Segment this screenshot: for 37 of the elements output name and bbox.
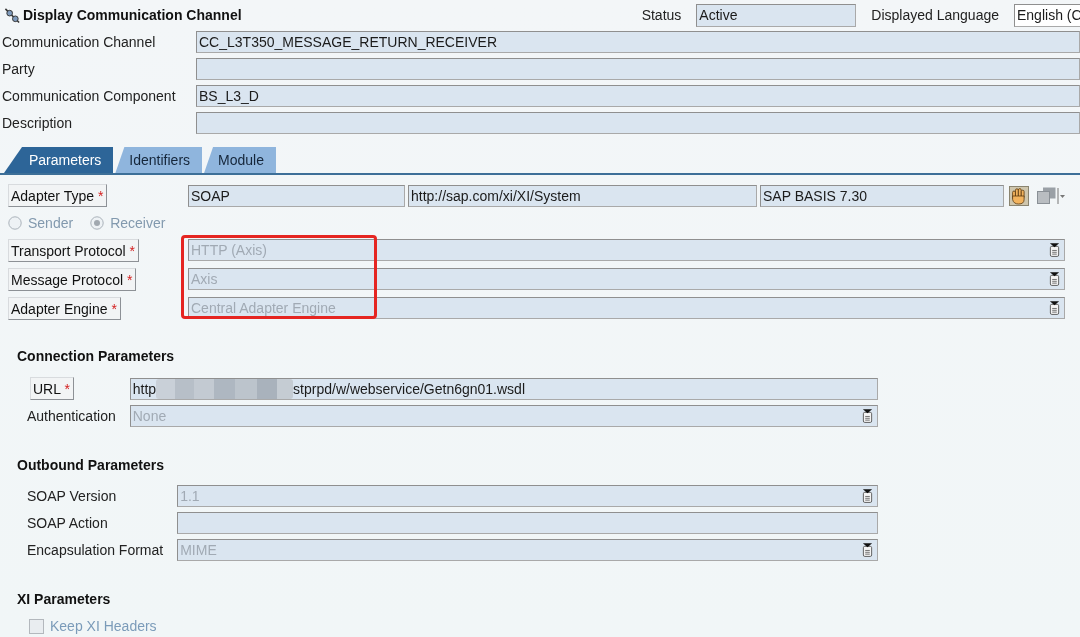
input-field[interactable]: CC_L3T350_MESSAGE_RETURN_RECEIVER: [196, 31, 1080, 53]
field-label: SOAP Action: [27, 515, 109, 531]
field-label: Status: [641, 7, 682, 23]
field-label: Authentication: [27, 408, 116, 424]
input-field[interactable]: BS_L3_D: [196, 85, 1080, 107]
field-label-button[interactable]: URL *: [30, 377, 74, 400]
copy-button[interactable]: [1037, 186, 1065, 205]
field-label: Encapsulation Format: [27, 542, 164, 558]
section-title: Outbound Parameters: [16, 457, 166, 473]
section-title: XI Parameters: [16, 591, 112, 607]
field-label: Party: [2, 61, 36, 77]
status-field[interactable]: Active: [696, 3, 857, 27]
input-field[interactable]: http stprpd/w/webservice/Getn6gn01.wsdl: [129, 377, 878, 400]
input-field[interactable]: http://sap.com/xi/XI/System: [408, 184, 757, 207]
window-title: Display Communication Channel: [23, 7, 242, 23]
input-field[interactable]: [177, 512, 878, 534]
field-label-button[interactable]: Adapter Type *: [8, 184, 108, 207]
field-label: Description: [2, 115, 74, 131]
checkbox-label: Keep XI Headers: [50, 619, 157, 634]
input-field[interactable]: [196, 112, 1080, 134]
field-label: SOAP Version: [27, 488, 118, 504]
input-field[interactable]: SOAP: [188, 184, 405, 207]
radio-label: Receiver: [110, 215, 166, 231]
input-field[interactable]: [196, 58, 1080, 80]
tab[interactable]: Parameters: [4, 147, 114, 173]
radio-label: Sender: [28, 215, 74, 231]
field-label: Communication Component: [2, 88, 177, 104]
input-field[interactable]: SAP BASIS 7.30: [760, 184, 1004, 207]
connector-icon: [4, 6, 21, 24]
tab[interactable]: Identifiers: [115, 147, 203, 173]
tab[interactable]: Module: [204, 147, 276, 173]
stacked-squares-icon: [1037, 187, 1056, 204]
field-label: Displayed Language: [871, 7, 999, 23]
hand-icon[interactable]: [1009, 185, 1029, 206]
section-title: Connection Parameters: [16, 348, 176, 364]
caret-icon: [1057, 186, 1065, 205]
field-label: Communication Channel: [2, 34, 157, 50]
